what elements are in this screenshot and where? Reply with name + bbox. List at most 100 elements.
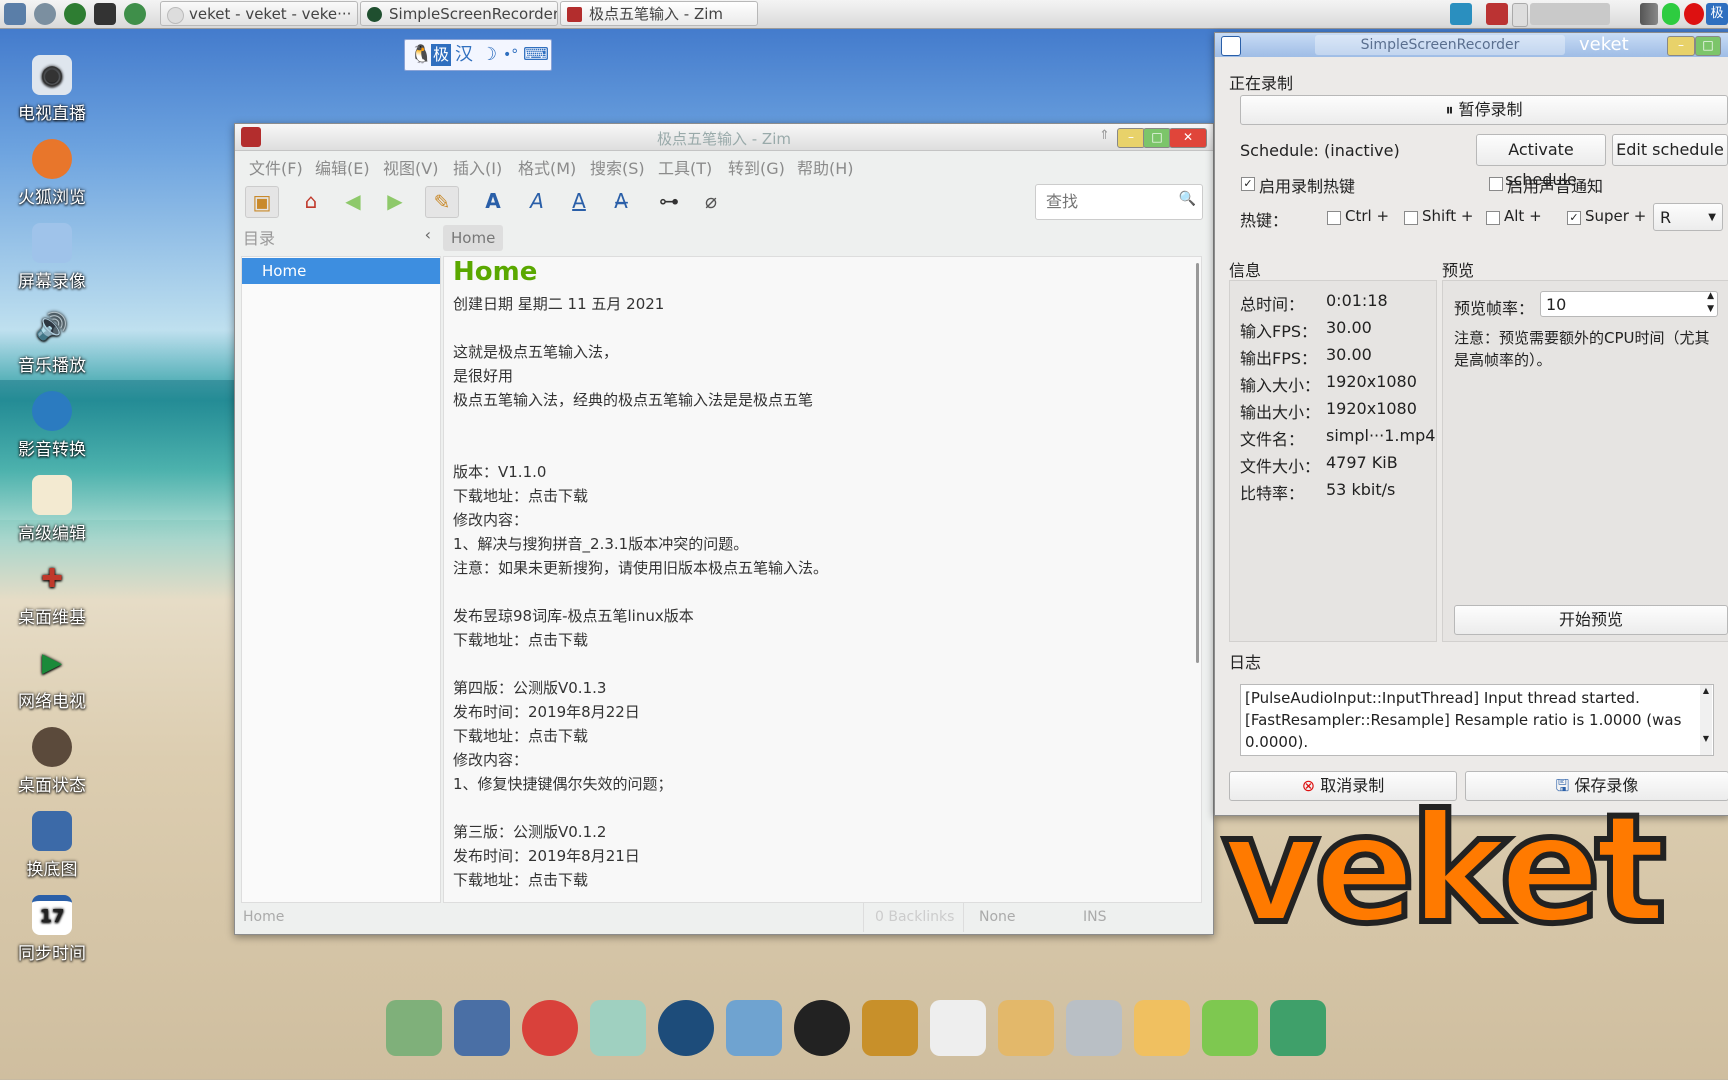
hotkey-key-select[interactable]: R ▼: [1653, 203, 1723, 231]
desktop-icon-wiki[interactable]: ✚ 桌面维基: [12, 559, 92, 628]
task-veket[interactable]: veket - veket - veke···: [160, 1, 358, 26]
notes-icon[interactable]: [590, 1000, 646, 1056]
task-ssr[interactable]: SimpleScreenRecorder: [360, 1, 558, 26]
home-icon[interactable]: ⌂: [295, 186, 327, 216]
editor-scrollbar[interactable]: [1196, 263, 1199, 663]
hotkey-enable-checkbox[interactable]: ✓: [1241, 177, 1255, 191]
desktop-icon-calendar[interactable]: 17 同步时间: [12, 895, 92, 964]
index-toggle-icon[interactable]: ▣: [245, 186, 279, 218]
italic-icon[interactable]: A: [521, 186, 553, 216]
menu-search[interactable]: 搜索(S): [590, 155, 645, 179]
breadcrumb[interactable]: Home: [443, 225, 504, 251]
media-player-icon[interactable]: [658, 1000, 714, 1056]
log-output[interactable]: [PulseAudioInput::InputThread] Input thr…: [1240, 684, 1714, 756]
sound-notify-checkbox[interactable]: [1489, 177, 1503, 191]
camera-icon[interactable]: [1270, 1000, 1326, 1056]
close-button[interactable]: ✕: [1169, 128, 1207, 148]
menu-tools[interactable]: 工具(T): [658, 155, 712, 179]
ime-lang[interactable]: 汉: [455, 44, 473, 66]
menu-format[interactable]: 格式(M): [518, 155, 576, 179]
spin-arrows-icon[interactable]: ▲ ▼: [1707, 290, 1714, 316]
monitor-icon[interactable]: [454, 1000, 510, 1056]
battery-icon[interactable]: [1662, 3, 1680, 25]
search-input[interactable]: [1044, 191, 1168, 212]
app-menu-icon[interactable]: [4, 3, 26, 25]
browser-icon[interactable]: [124, 3, 146, 25]
zim-tray-icon[interactable]: [1486, 3, 1508, 25]
tree-item-home[interactable]: Home: [242, 258, 440, 284]
desktop-icon-screen-record[interactable]: 屏幕录像: [12, 223, 92, 292]
strike-icon[interactable]: A̶: [605, 186, 637, 216]
keyboard-icon[interactable]: ⌨: [523, 44, 549, 66]
menu-edit[interactable]: 编辑(E): [315, 155, 370, 179]
edit-schedule-button[interactable]: Edit schedule: [1612, 134, 1728, 166]
task-zim[interactable]: 极点五笔输入 - Zim: [560, 1, 758, 26]
status-backlinks[interactable]: 0 Backlinks: [875, 909, 954, 925]
desktop-icon-editor[interactable]: 高级编辑: [12, 475, 92, 544]
punct-icon[interactable]: •°: [503, 44, 518, 66]
play-icon[interactable]: [64, 3, 86, 25]
network-tray-icon[interactable]: [1450, 3, 1472, 25]
record-indicator-icon[interactable]: [1684, 3, 1704, 25]
preview-fps-spinbox[interactable]: 10 ▲ ▼: [1540, 291, 1718, 317]
pin-icon[interactable]: ⇑: [1099, 128, 1110, 143]
book-icon[interactable]: [862, 1000, 918, 1056]
edit-mode-icon[interactable]: ✎: [425, 186, 459, 218]
pause-recording-button[interactable]: ⏸ 暂停录制: [1240, 95, 1728, 125]
desktop-icon-wallpaper[interactable]: 换底图: [12, 811, 92, 880]
ctrl-checkbox[interactable]: [1327, 211, 1341, 225]
underline-icon[interactable]: A: [563, 186, 595, 216]
ime-tray-icon[interactable]: 极: [1706, 3, 1728, 25]
link-icon[interactable]: ⊶: [653, 186, 685, 216]
hedgehog-icon[interactable]: [522, 1000, 578, 1056]
maximize-button[interactable]: □: [1143, 128, 1171, 148]
menu-help[interactable]: 帮助(H): [797, 155, 854, 179]
desktop-icon-status[interactable]: 桌面状态: [12, 727, 92, 796]
zim-titlebar[interactable]: 极点五笔输入 - Zim ⇑ – □ ✕: [235, 124, 1213, 151]
collapse-icon[interactable]: ‹: [425, 225, 431, 244]
ssr-titlebar[interactable]: SimpleScreenRecorder veket – □: [1215, 33, 1728, 57]
info-key: 输入FPS：: [1240, 322, 1318, 341]
start-preview-button[interactable]: 开始预览: [1454, 605, 1728, 635]
menu-insert[interactable]: 插入(I): [453, 155, 502, 179]
desktop-icon-video-convert[interactable]: 影音转换: [12, 391, 92, 460]
back-icon[interactable]: ◀: [337, 186, 369, 216]
desktop-icon-net-tv[interactable]: ▶ 网络电视: [12, 643, 92, 712]
terminal-icon[interactable]: [94, 3, 116, 25]
qq-penguin-icon[interactable]: [794, 1000, 850, 1056]
file-manager-icon[interactable]: [386, 1000, 442, 1056]
usb-icon[interactable]: [1066, 1000, 1122, 1056]
desktop-icon-tv[interactable]: ◉ 电视直播: [12, 55, 92, 124]
penguin-icon[interactable]: 🐧: [410, 44, 432, 66]
desktop-icon-firefox[interactable]: 火狐浏览: [12, 139, 92, 208]
info-key: 文件名：: [1240, 430, 1305, 449]
spreadsheet-icon[interactable]: [930, 1000, 986, 1056]
minimize-button[interactable]: –: [1117, 128, 1145, 148]
chat-icon[interactable]: [726, 1000, 782, 1056]
settings-icon[interactable]: [34, 3, 56, 25]
desktop-icon-label: 电视直播: [18, 104, 86, 124]
search-box[interactable]: 🔍: [1035, 184, 1203, 220]
alt-checkbox[interactable]: [1486, 211, 1500, 225]
ssr-maximize-button[interactable]: □: [1695, 36, 1721, 56]
search-icon[interactable]: 🔍: [1179, 191, 1196, 207]
shift-checkbox[interactable]: [1404, 211, 1418, 225]
help-icon[interactable]: [1202, 1000, 1258, 1056]
menu-goto[interactable]: 转到(G): [728, 155, 785, 179]
bold-icon[interactable]: A: [477, 186, 509, 216]
moon-icon[interactable]: ☽: [481, 44, 497, 66]
signal-icon[interactable]: [1640, 3, 1658, 25]
ssr-minimize-button[interactable]: –: [1667, 36, 1695, 56]
veket-app-icon[interactable]: [1134, 1000, 1190, 1056]
menu-file[interactable]: 文件(F): [249, 155, 303, 179]
activate-schedule-button[interactable]: Activate schedule: [1476, 134, 1606, 189]
ime-mode[interactable]: 极: [431, 44, 451, 66]
desktop-icon-music[interactable]: 🔊 音乐播放: [12, 307, 92, 376]
log-scrollbar[interactable]: ▲ ▼: [1700, 685, 1712, 755]
page-editor[interactable]: Home 创建日期 星期二 11 五月 2021 这就是极点五笔输入法， 是很好用极…: [443, 256, 1202, 903]
super-checkbox[interactable]: ✓: [1567, 211, 1581, 225]
attach-icon[interactable]: ⌀: [695, 186, 727, 216]
forward-icon[interactable]: ▶: [379, 186, 411, 216]
menu-view[interactable]: 视图(V): [383, 155, 438, 179]
paint-icon[interactable]: [998, 1000, 1054, 1056]
